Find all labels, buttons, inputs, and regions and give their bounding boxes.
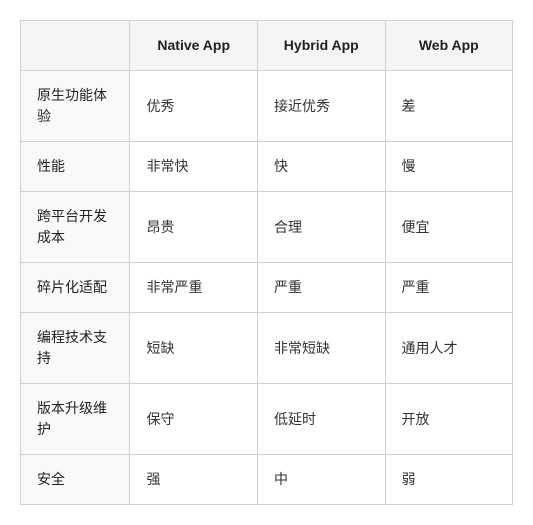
web-cell: 开放: [385, 384, 512, 455]
feature-cell: 编程技术支持: [21, 313, 130, 384]
hybrid-cell: 中: [257, 455, 385, 505]
hybrid-cell: 快: [257, 142, 385, 192]
web-cell: 差: [385, 71, 512, 142]
hybrid-cell: 低延时: [257, 384, 385, 455]
native-cell: 短缺: [130, 313, 258, 384]
hybrid-cell: 严重: [257, 263, 385, 313]
header-hybrid-app: Hybrid App: [257, 21, 385, 71]
native-cell: 非常严重: [130, 263, 258, 313]
feature-cell: 版本升级维护: [21, 384, 130, 455]
native-cell: 昂贵: [130, 192, 258, 263]
native-cell: 非常快: [130, 142, 258, 192]
header-web-app: Web App: [385, 21, 512, 71]
header-row: Native App Hybrid App Web App: [21, 21, 513, 71]
hybrid-cell: 接近优秀: [257, 71, 385, 142]
native-cell: 保守: [130, 384, 258, 455]
feature-cell: 跨平台开发成本: [21, 192, 130, 263]
header-empty: [21, 21, 130, 71]
table-row: 碎片化适配非常严重严重严重: [21, 263, 513, 313]
comparison-table: Native App Hybrid App Web App 原生功能体验优秀接近…: [20, 20, 513, 505]
feature-cell: 原生功能体验: [21, 71, 130, 142]
table-row: 编程技术支持短缺非常短缺通用人才: [21, 313, 513, 384]
table-row: 原生功能体验优秀接近优秀差: [21, 71, 513, 142]
feature-cell: 性能: [21, 142, 130, 192]
table-row: 安全强中弱: [21, 455, 513, 505]
native-cell: 强: [130, 455, 258, 505]
web-cell: 便宜: [385, 192, 512, 263]
table-row: 性能非常快快慢: [21, 142, 513, 192]
table-row: 跨平台开发成本昂贵合理便宜: [21, 192, 513, 263]
web-cell: 通用人才: [385, 313, 512, 384]
web-cell: 慢: [385, 142, 512, 192]
header-native-app: Native App: [130, 21, 258, 71]
feature-cell: 安全: [21, 455, 130, 505]
table-row: 版本升级维护保守低延时开放: [21, 384, 513, 455]
native-cell: 优秀: [130, 71, 258, 142]
feature-cell: 碎片化适配: [21, 263, 130, 313]
hybrid-cell: 合理: [257, 192, 385, 263]
web-cell: 弱: [385, 455, 512, 505]
hybrid-cell: 非常短缺: [257, 313, 385, 384]
web-cell: 严重: [385, 263, 512, 313]
